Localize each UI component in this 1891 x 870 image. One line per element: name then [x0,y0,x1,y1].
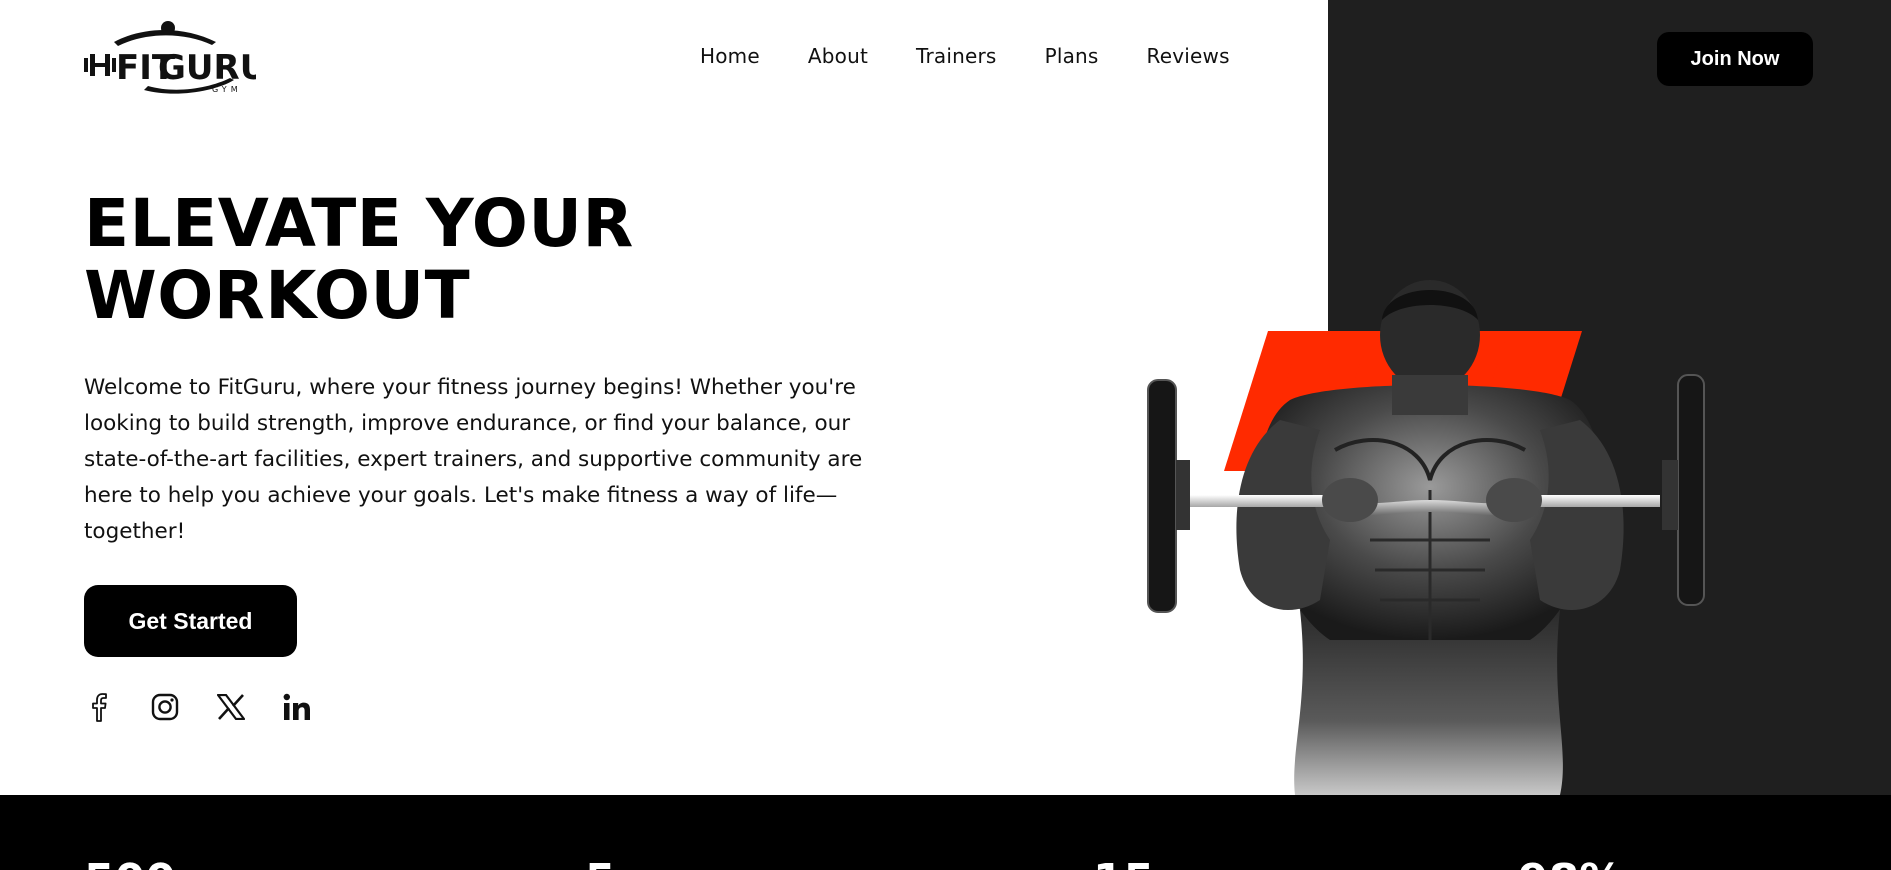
fitguru-logo[interactable]: FIT GURU GYM [84,18,256,98]
hero-title-line1: ELEVATE YOUR [84,185,634,262]
main-nav: Home About Trainers Plans Reviews [700,44,1230,68]
x-twitter-icon[interactable] [216,690,246,724]
nav-about[interactable]: About [808,44,868,68]
svg-text:GYM: GYM [212,85,242,94]
instagram-icon[interactable] [150,690,180,724]
hero-title-line2: WORKOUT [84,257,471,334]
social-links [84,690,312,724]
nav-home[interactable]: Home [700,44,760,68]
stat-value: 15 [1093,855,1154,870]
linkedin-icon[interactable] [282,690,312,724]
stat-value: 500 [84,855,176,870]
svg-text:GURU: GURU [158,48,256,88]
stat-value: 98% [1518,855,1623,870]
stat-value: 5 [585,855,616,870]
get-started-button[interactable]: Get Started [84,585,297,657]
hero-athlete-image [1147,280,1705,795]
nav-plans[interactable]: Plans [1045,44,1099,68]
stats-band: 500 5 15 98% [0,795,1891,870]
hero-description: Welcome to FitGuru, where your fitness j… [84,375,863,544]
nav-trainers[interactable]: Trainers [916,44,997,68]
facebook-icon[interactable] [84,690,114,724]
hero-title: ELEVATE YOUR WORKOUT [84,188,784,332]
join-now-button[interactable]: Join Now [1657,32,1813,86]
nav-reviews[interactable]: Reviews [1147,44,1230,68]
